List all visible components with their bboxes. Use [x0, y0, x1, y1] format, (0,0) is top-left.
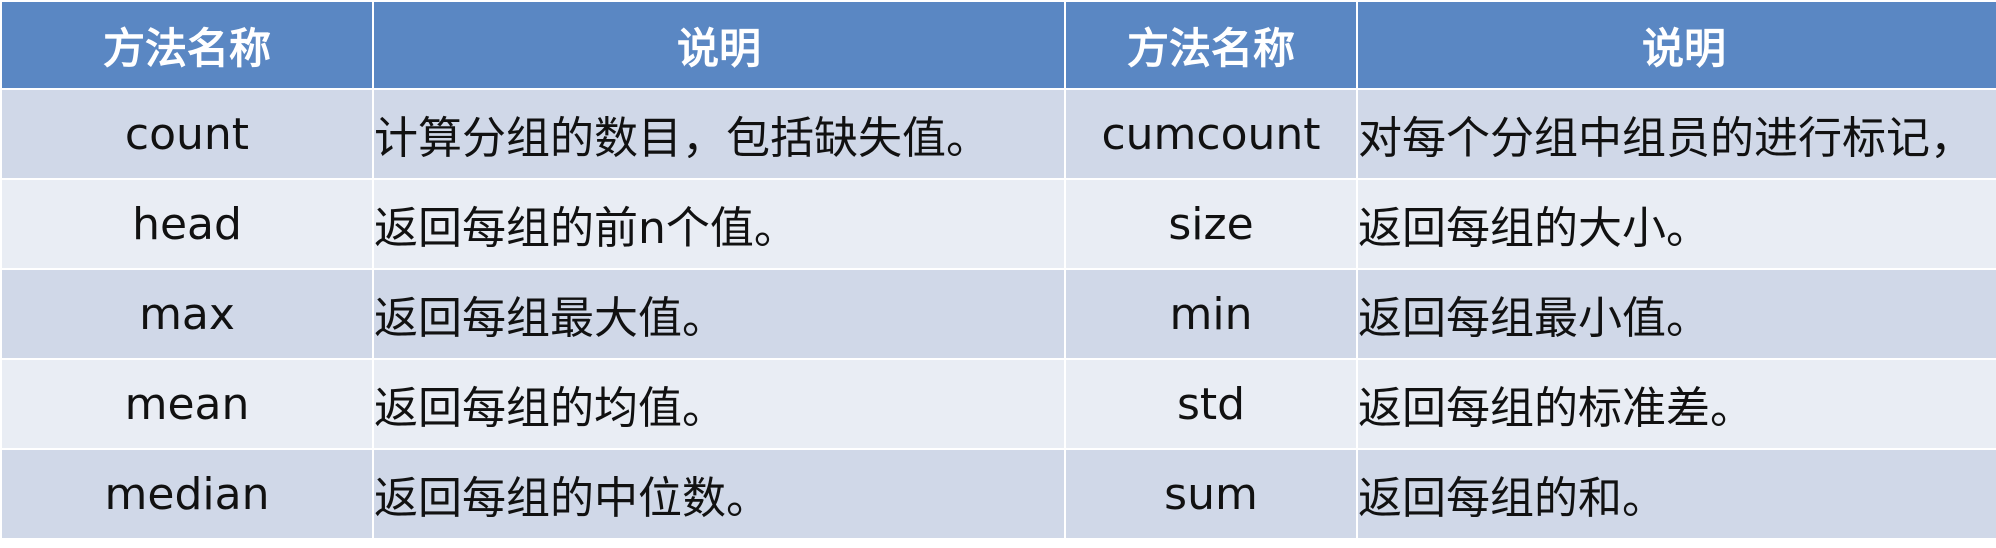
table-row: mean 返回每组的均值。 std 返回每组的标准差。: [0, 358, 1996, 450]
table-row: count 计算分组的数目，包括缺失值。 cumcount 对每个分组中组员的进…: [0, 88, 1996, 180]
method-name-cell: count: [0, 88, 374, 180]
table-row: median 返回每组的中位数。 sum 返回每组的和。: [0, 448, 1996, 540]
groupby-methods-table: 方法名称 说明 方法名称 说明 count 计算分组的数目，包括缺失值。 cum…: [0, 0, 1996, 540]
method-name-cell: std: [1064, 358, 1358, 450]
method-description-cell: 计算分组的数目，包括缺失值。: [372, 88, 1066, 180]
method-description-cell: 返回每组的均值。: [372, 358, 1066, 450]
method-name-cell: sum: [1064, 448, 1358, 540]
method-description-cell: 返回每组的大小。: [1356, 178, 1996, 270]
method-name-cell: mean: [0, 358, 374, 450]
method-description-cell: 返回每组最小值。: [1356, 268, 1996, 360]
method-name-cell: head: [0, 178, 374, 270]
header-description-1: 说明: [372, 0, 1066, 90]
method-description-cell: 返回每组的标准差。: [1356, 358, 1996, 450]
method-name-cell: max: [0, 268, 374, 360]
method-description-cell: 对每个分组中组员的进行标记，: [1356, 88, 1996, 180]
method-description-cell: 返回每组的中位数。: [372, 448, 1066, 540]
method-description-cell: 返回每组的前n个值。: [372, 178, 1066, 270]
header-description-2: 说明: [1356, 0, 1996, 90]
header-method-name-1: 方法名称: [0, 0, 374, 90]
methods-table-container: 方法名称 说明 方法名称 说明 count 计算分组的数目，包括缺失值。 cum…: [0, 0, 1996, 548]
method-name-cell: min: [1064, 268, 1358, 360]
method-name-cell: size: [1064, 178, 1358, 270]
method-description-cell: 返回每组的和。: [1356, 448, 1996, 540]
method-description-cell: 返回每组最大值。: [372, 268, 1066, 360]
table-row: max 返回每组最大值。 min 返回每组最小值。: [0, 268, 1996, 360]
header-method-name-2: 方法名称: [1064, 0, 1358, 90]
table-header-row: 方法名称 说明 方法名称 说明: [0, 0, 1996, 90]
table-row: head 返回每组的前n个值。 size 返回每组的大小。: [0, 178, 1996, 270]
method-name-cell: cumcount: [1064, 88, 1358, 180]
method-name-cell: median: [0, 448, 374, 540]
